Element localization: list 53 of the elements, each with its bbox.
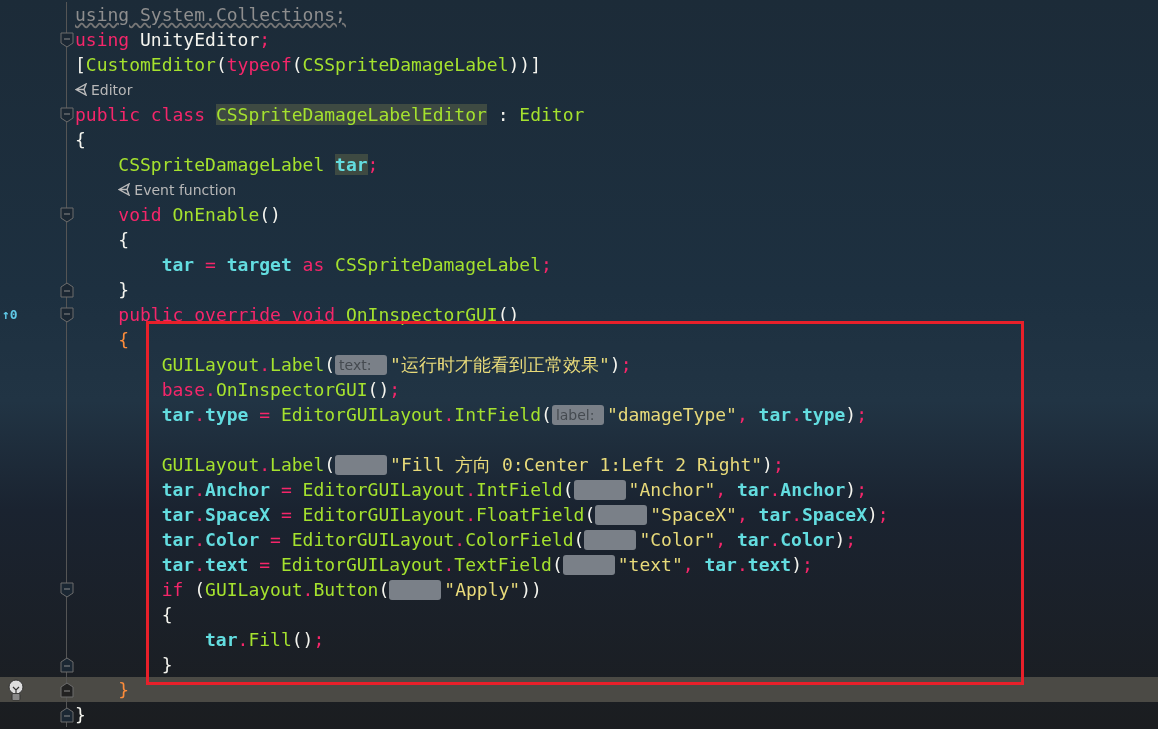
code-text: "text", tar.text); <box>617 554 813 575</box>
inlay-hint <box>584 529 637 550</box>
fold-toggle-icon[interactable] <box>60 206 74 223</box>
fold-toggle-icon[interactable] <box>60 681 74 698</box>
code-text: } <box>161 654 173 675</box>
code-text: { <box>118 229 130 250</box>
code-text: { <box>118 329 130 350</box>
code-text: tar.type = EditorGUILayout.IntField( <box>161 404 552 425</box>
code-text: using UnityEditor; <box>75 29 271 50</box>
codelens-link[interactable]: Event function <box>134 181 237 198</box>
code-text: tar.SpaceX = EditorGUILayout.FloatField( <box>161 504 596 525</box>
code-text: tar = target as CSSpriteDamageLabel; <box>161 254 552 275</box>
codelens-link[interactable]: Editor <box>91 81 133 98</box>
code-text: GUILayout.Label( <box>161 454 336 475</box>
inlay-hint <box>595 504 648 525</box>
code-text: CSSpriteDamageLabel tar; <box>118 154 379 175</box>
code-text: void OnEnable() <box>118 204 281 225</box>
inlay-hint <box>389 579 442 600</box>
fold-toggle-icon[interactable] <box>60 706 74 723</box>
code-text: tar.Anchor = EditorGUILayout.IntField( <box>161 479 574 500</box>
inlay-hint: text: <box>335 354 388 375</box>
fold-toggle-icon[interactable] <box>60 31 74 48</box>
code-text: tar.text = EditorGUILayout.TextField( <box>161 554 563 575</box>
cube-icon <box>118 183 132 196</box>
gutter-badge[interactable]: ↑0 <box>2 307 18 322</box>
code-text: base.OnInspectorGUI(); <box>161 379 401 400</box>
inlay-hint <box>335 454 388 475</box>
cube-icon <box>75 83 88 96</box>
code-text: "运行时才能看到正常效果"); <box>390 352 632 377</box>
code-text: public class CSSpriteDamageLabelEditor : Editor <box>75 104 585 125</box>
code-text: } <box>75 704 86 725</box>
lightbulb-icon[interactable] <box>7 678 25 701</box>
code-text: "damageType", tar.type); <box>606 404 867 425</box>
fold-toggle-icon[interactable] <box>60 281 74 298</box>
code-text: if (GUILayout.Button( <box>161 579 390 600</box>
code-text: { <box>161 604 173 625</box>
fold-toggle-icon[interactable] <box>60 581 74 598</box>
code-text: using System.Collections; <box>75 4 346 25</box>
fold-toggle-icon[interactable] <box>60 106 74 123</box>
code-text: tar.Fill(); <box>205 629 325 650</box>
code-text: "Apply")) <box>444 579 542 600</box>
code-text: "Color", tar.Color); <box>639 529 857 550</box>
fold-toggle-icon[interactable] <box>60 306 74 323</box>
code-text: "Anchor", tar.Anchor); <box>628 479 867 500</box>
fold-toggle-icon[interactable] <box>60 656 74 673</box>
code-text: "Fill 方向 0:Center 1:Left 2 Right"); <box>390 452 784 477</box>
code-text: } <box>118 279 130 300</box>
code-text: [CustomEditor(typeof(CSSpriteDamageLabel))] <box>75 54 542 75</box>
code-text: "SpaceX", tar.SpaceX); <box>650 504 889 525</box>
code-text: tar.Color = EditorGUILayout.ColorField( <box>161 529 585 550</box>
code-text: GUILayout.Label( <box>161 354 336 375</box>
code-text: } <box>118 679 130 700</box>
code-text: { <box>75 129 86 150</box>
